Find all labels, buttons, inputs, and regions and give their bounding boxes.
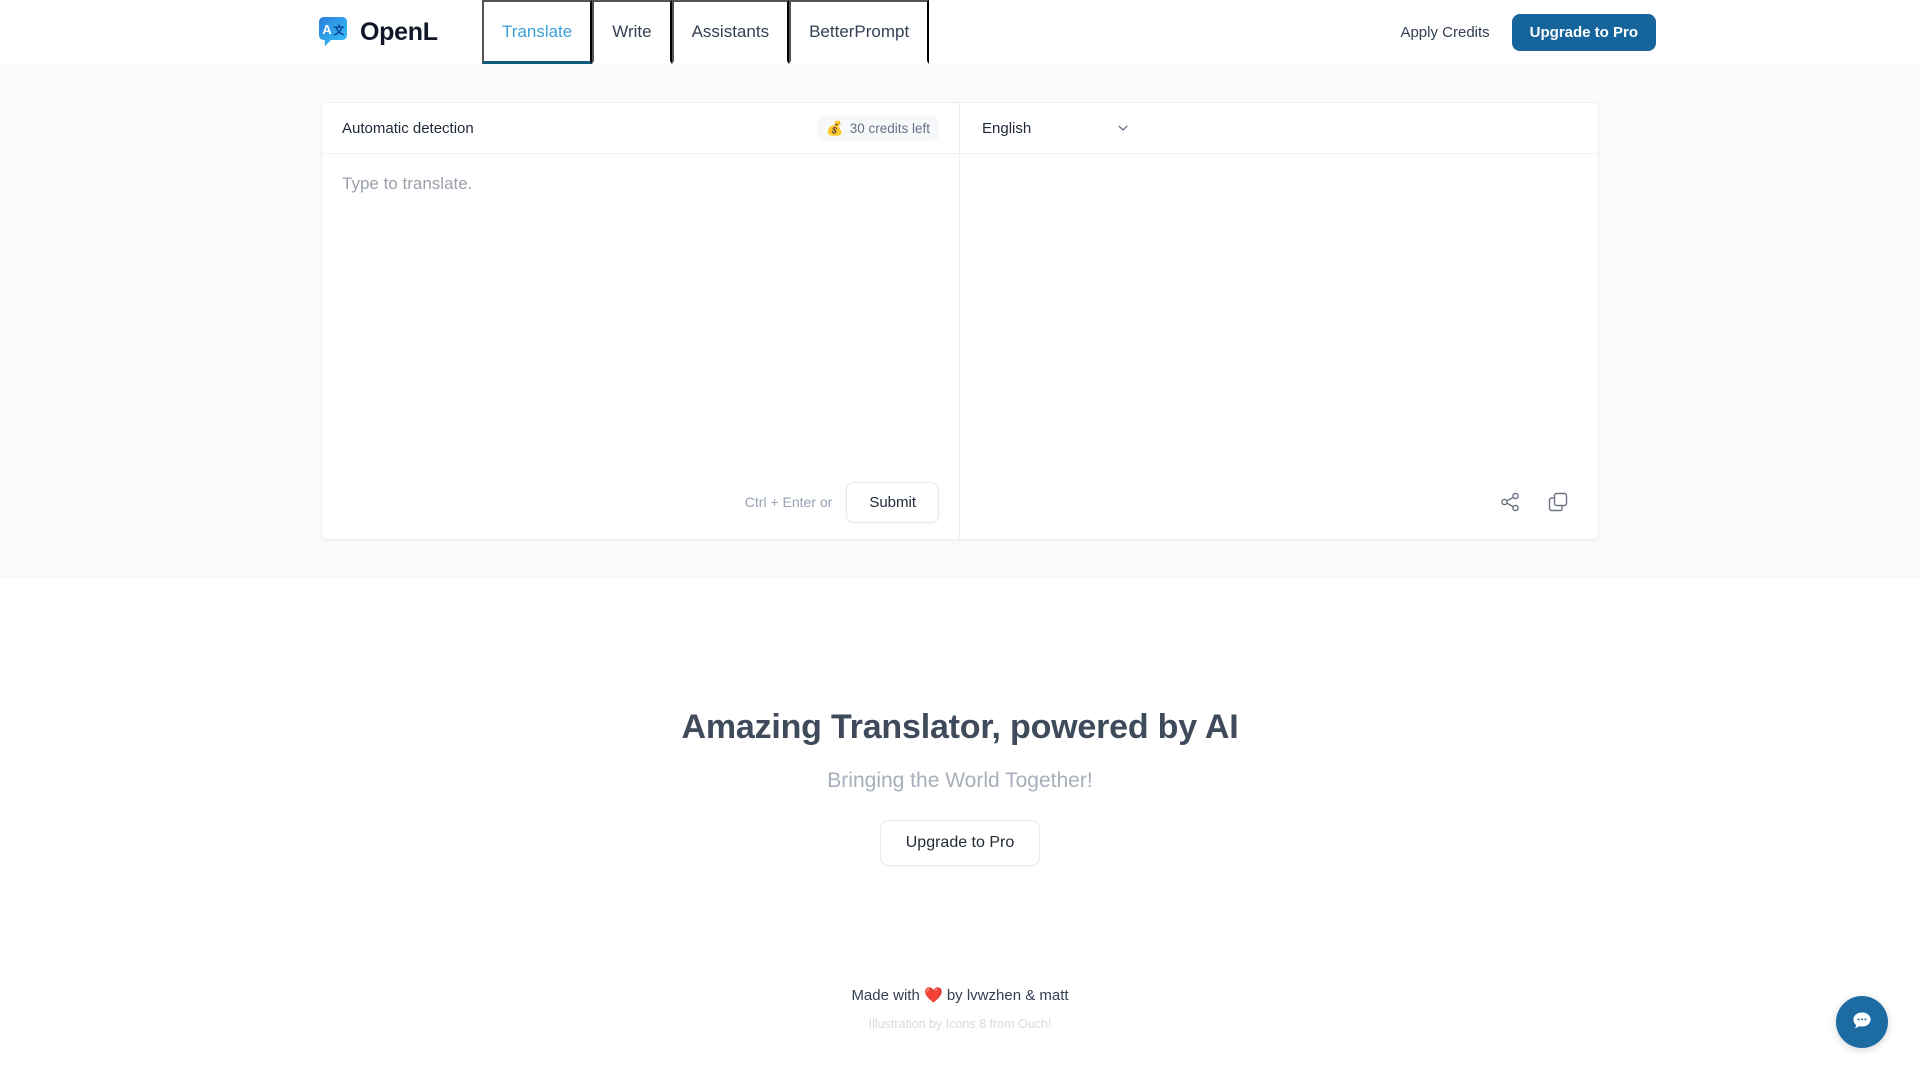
- svg-text:文: 文: [334, 23, 346, 37]
- illustration-credit: Illustration by Icons 8 from Ouch!: [868, 1017, 1052, 1031]
- nav-item-assistants[interactable]: Assistants: [671, 0, 790, 64]
- hero-title: Amazing Translator, powered by AI: [681, 708, 1239, 746]
- page-footer: Made with ❤️ by lvwzhen & matt Illustrat…: [0, 986, 1920, 1031]
- chat-widget-button[interactable]: [1836, 996, 1888, 1048]
- source-language-selector[interactable]: Automatic detection: [342, 120, 474, 137]
- copy-icon[interactable]: [1546, 490, 1570, 514]
- nav-item-write[interactable]: Write: [592, 0, 672, 64]
- openl-logo-icon: A 文: [316, 15, 350, 49]
- heart-icon: ❤️: [923, 987, 943, 1004]
- credits-badge[interactable]: 💰 30 credits left: [817, 115, 939, 141]
- target-pane: English: [960, 103, 1598, 539]
- chat-bubble-icon: [1849, 1008, 1875, 1037]
- target-output-area: [960, 154, 1598, 473]
- submit-hint: Ctrl + Enter or: [744, 494, 833, 510]
- header-actions: Apply Credits Upgrade to Pro: [1396, 0, 1656, 64]
- target-language-label: English: [982, 119, 1032, 137]
- credits-badge-label: 30 credits left: [849, 120, 930, 136]
- site-header: A 文 OpenL Translate Write Assistants Bet…: [0, 0, 1920, 64]
- hero-subtitle: Bringing the World Together!: [827, 769, 1093, 792]
- made-with-suffix: by lvwzhen & matt: [942, 987, 1069, 1004]
- made-with-prefix: Made with: [851, 987, 924, 1004]
- apply-credits-button[interactable]: Apply Credits: [1396, 18, 1493, 47]
- target-pane-footer: [960, 473, 1598, 539]
- hero-section: Amazing Translator, powered by AI Bringi…: [0, 578, 1920, 1031]
- source-pane: Automatic detection 💰 30 credits left Ct…: [322, 103, 960, 539]
- hero-upgrade-button[interactable]: Upgrade to Pro: [879, 820, 1041, 866]
- brand-logo-link[interactable]: A 文 OpenL: [316, 12, 438, 52]
- translator-section: Automatic detection 💰 30 credits left Ct…: [0, 64, 1920, 578]
- money-bag-icon: 💰: [826, 120, 844, 136]
- target-pane-header: English: [960, 103, 1598, 154]
- chevron-down-icon: [1116, 121, 1130, 135]
- source-pane-header: Automatic detection 💰 30 credits left: [322, 103, 959, 154]
- translator-card: Automatic detection 💰 30 credits left Ct…: [321, 102, 1599, 540]
- source-input-area: [322, 154, 959, 473]
- share-icon[interactable]: [1498, 490, 1522, 514]
- source-pane-footer: Ctrl + Enter or Submit: [322, 473, 959, 539]
- upgrade-to-pro-button[interactable]: Upgrade to Pro: [1511, 13, 1656, 51]
- main-nav: Translate Write Assistants BetterPrompt: [482, 0, 930, 64]
- target-language-selector[interactable]: English: [980, 116, 1132, 141]
- svg-text:A: A: [322, 22, 332, 37]
- source-text-input[interactable]: [342, 174, 939, 473]
- nav-item-betterprompt[interactable]: BetterPrompt: [789, 0, 930, 64]
- nav-item-translate[interactable]: Translate: [482, 0, 593, 64]
- submit-button[interactable]: Submit: [846, 481, 939, 523]
- made-with-line: Made with ❤️ by lvwzhen & matt: [0, 986, 1920, 1004]
- brand-name: OpenL: [360, 18, 438, 46]
